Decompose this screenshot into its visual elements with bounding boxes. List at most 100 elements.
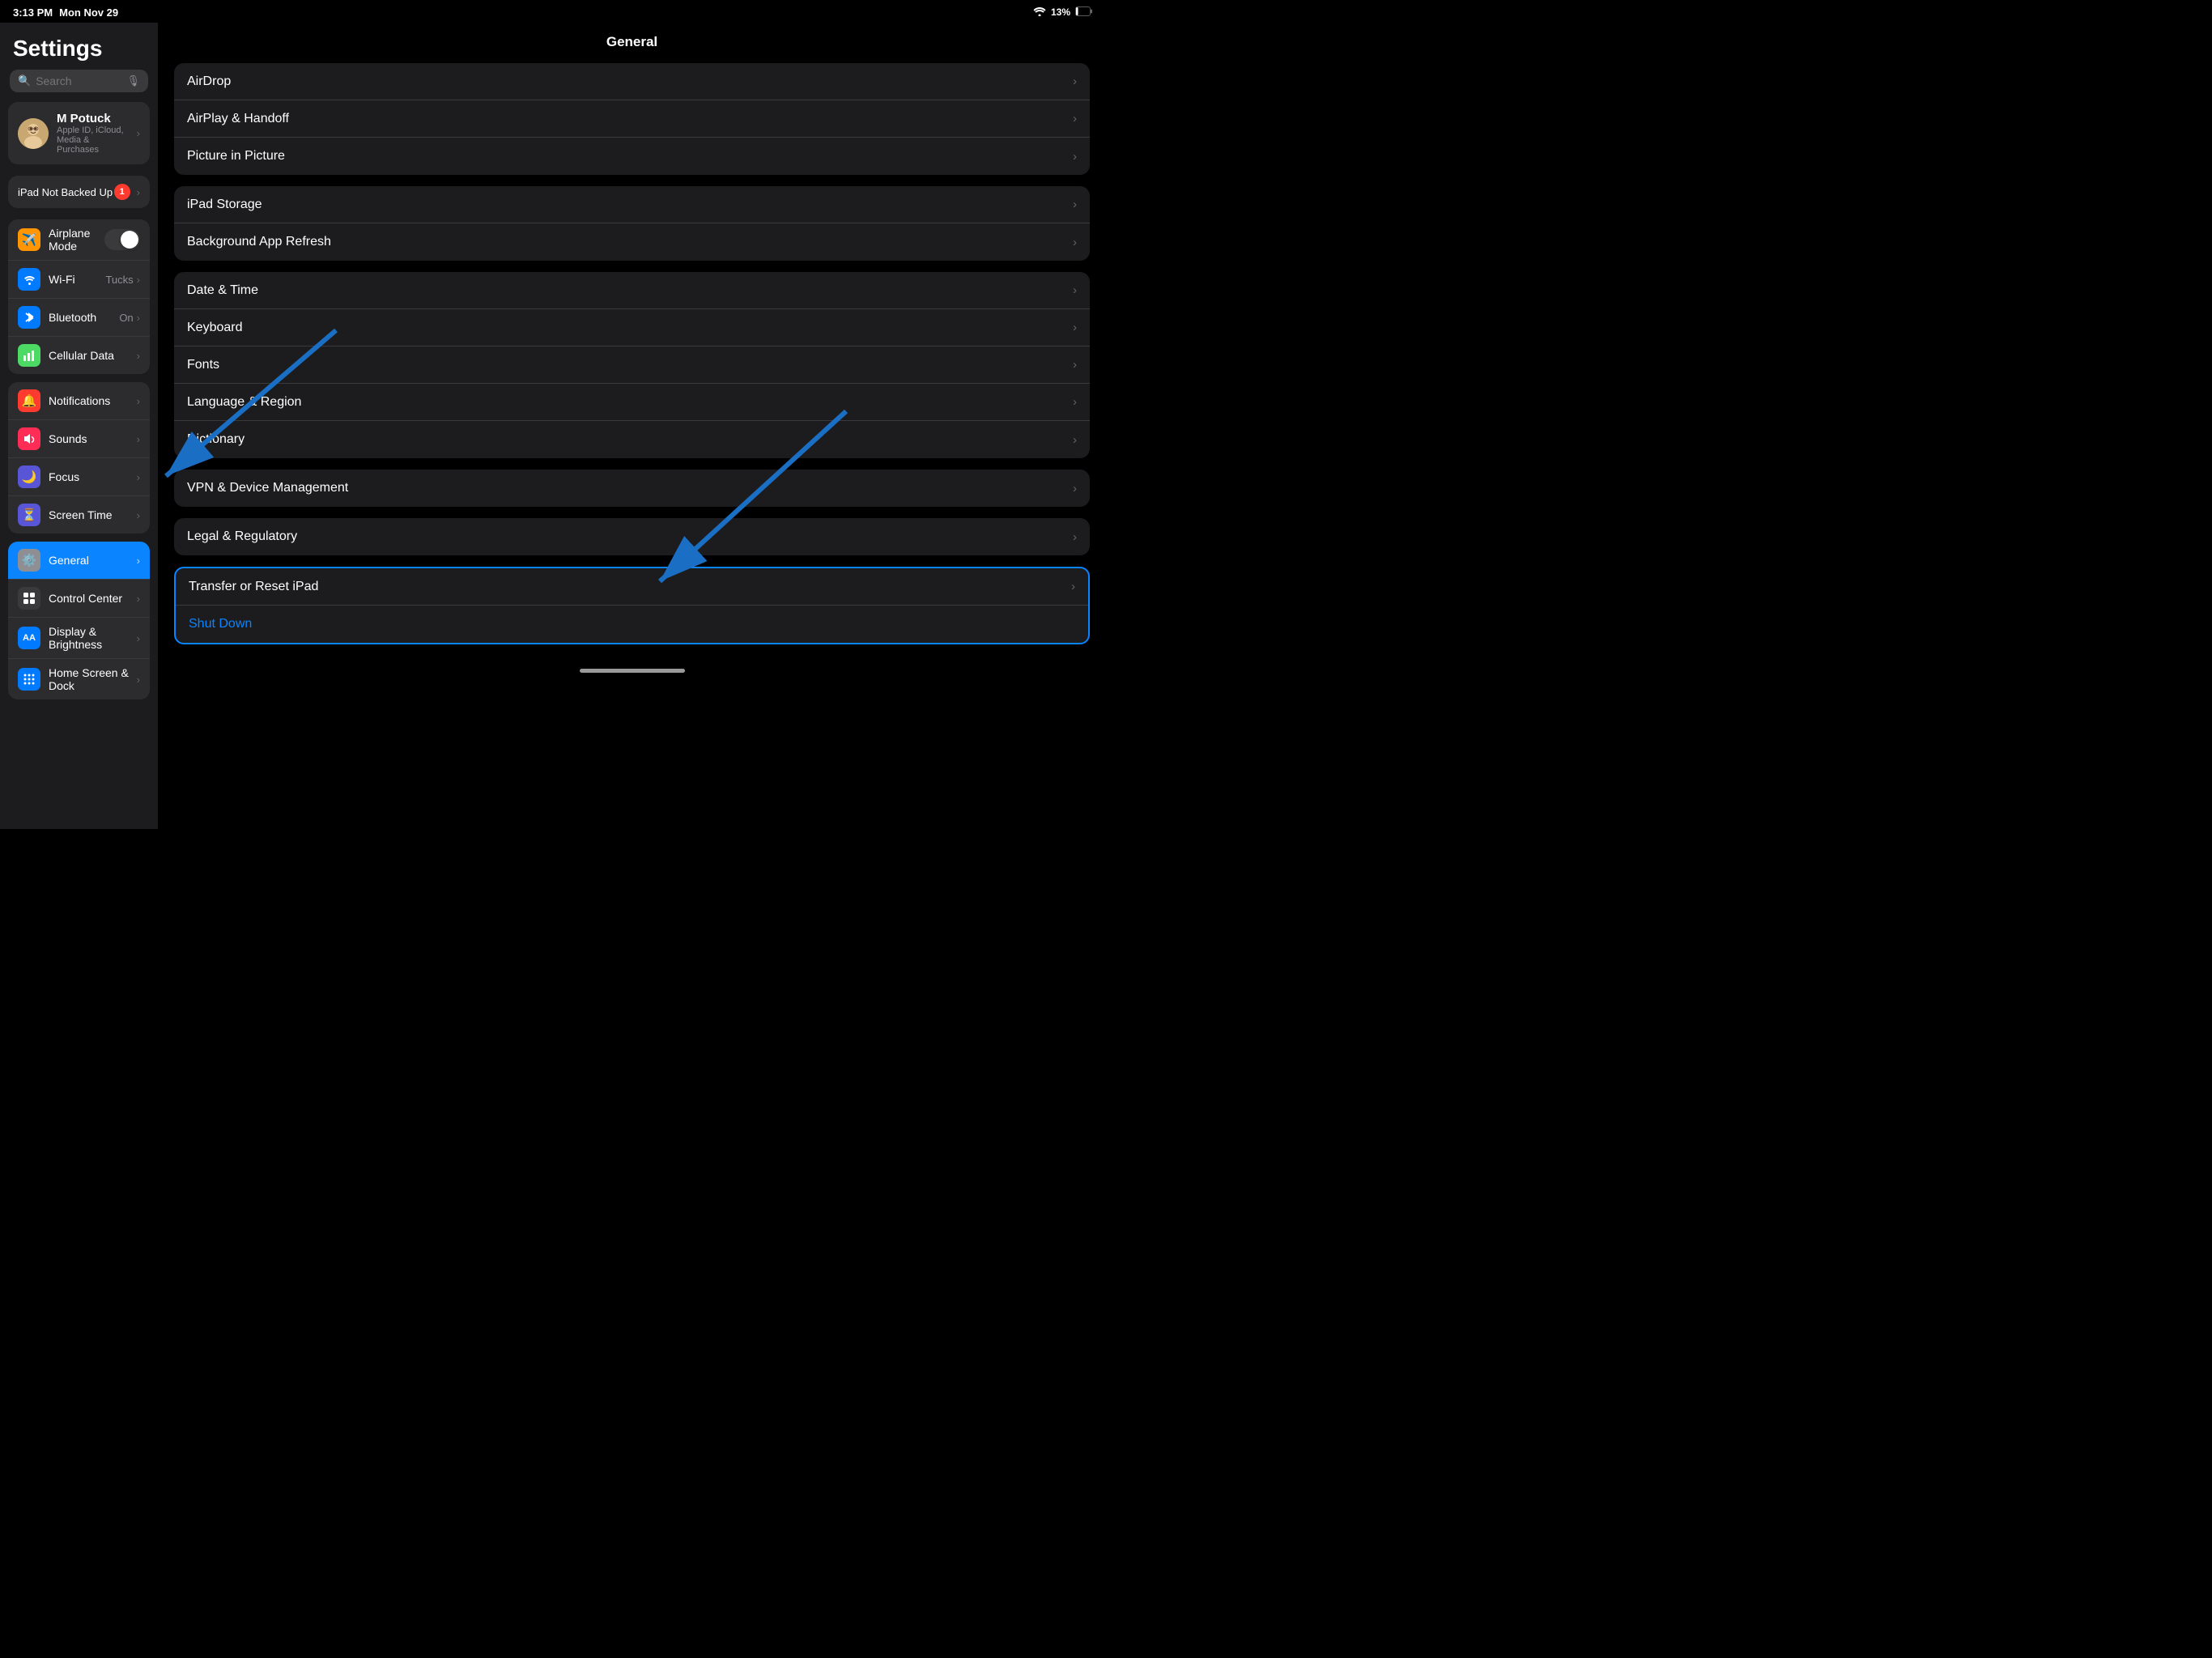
sounds-label: Sounds	[49, 432, 137, 445]
mic-icon: 🎙	[126, 74, 140, 87]
bluetooth-value: On	[119, 312, 133, 324]
content-item-bgrefresh[interactable]: Background App Refresh ›	[174, 223, 1090, 261]
user-chevron: ›	[137, 127, 140, 139]
date: Mon Nov 29	[59, 6, 118, 19]
sidebar: Settings 🔍 🎙	[0, 23, 158, 829]
search-bar[interactable]: 🔍 🎙	[10, 70, 148, 92]
sidebar-item-general[interactable]: ⚙️ General ›	[8, 542, 150, 580]
wifi-chevron: ›	[137, 274, 140, 286]
main-layout: Settings 🔍 🎙	[0, 23, 1106, 829]
fonts-label: Fonts	[187, 358, 219, 372]
battery-text: 13%	[1051, 6, 1070, 18]
content-item-airdrop[interactable]: AirDrop ›	[174, 63, 1090, 100]
sidebar-item-sounds[interactable]: Sounds ›	[8, 420, 150, 458]
content-area: General AirDrop › AirPlay & Handoff › Pi…	[158, 23, 1106, 692]
sidebar-item-screentime[interactable]: ⏳ Screen Time ›	[8, 496, 150, 534]
content-item-dictionary[interactable]: Dictionary ›	[174, 421, 1090, 458]
shutdown-label: Shut Down	[189, 617, 252, 631]
content-title: General	[174, 23, 1090, 63]
content-item-storage[interactable]: iPad Storage ›	[174, 186, 1090, 223]
content-item-keyboard[interactable]: Keyboard ›	[174, 309, 1090, 346]
content-item-shutdown[interactable]: Shut Down	[176, 606, 1088, 643]
bluetooth-label: Bluetooth	[49, 311, 119, 324]
notifications-label: Notifications	[49, 394, 137, 407]
airplane-toggle[interactable]	[104, 229, 140, 250]
cellular-icon	[18, 344, 40, 367]
status-right: 13%	[1033, 6, 1093, 19]
focus-chevron: ›	[137, 471, 140, 483]
network-group: ✈️ Airplane Mode Wi-Fi Tucks ›	[8, 219, 150, 374]
transfer-label: Transfer or Reset iPad	[189, 580, 318, 594]
notifications-group: 🔔 Notifications › Sounds › 🌙 Focus ›	[8, 382, 150, 534]
storage-chevron: ›	[1073, 198, 1077, 211]
search-input[interactable]	[36, 74, 121, 87]
bluetooth-icon	[18, 306, 40, 329]
content-item-vpn[interactable]: VPN & Device Management ›	[174, 470, 1090, 507]
homescreen-chevron: ›	[137, 674, 140, 686]
toggle-knob	[121, 231, 138, 249]
airplay-chevron: ›	[1073, 112, 1077, 125]
wifi-label: Wi-Fi	[49, 273, 105, 286]
pip-label: Picture in Picture	[187, 149, 285, 164]
sidebar-item-display[interactable]: AA Display & Brightness ›	[8, 618, 150, 659]
datetime-label: Date & Time	[187, 283, 258, 298]
backup-row[interactable]: iPad Not Backed Up 1 ›	[8, 176, 150, 208]
content-item-language[interactable]: Language & Region ›	[174, 384, 1090, 421]
wifi-value: Tucks	[105, 274, 133, 286]
content-group-1: AirDrop › AirPlay & Handoff › Picture in…	[174, 63, 1090, 175]
display-chevron: ›	[137, 632, 140, 644]
sidebar-item-controlcenter[interactable]: Control Center ›	[8, 580, 150, 618]
controlcenter-label: Control Center	[49, 592, 137, 605]
sidebar-title: Settings	[0, 23, 158, 70]
focus-label: Focus	[49, 470, 137, 483]
content-group-6: Transfer or Reset iPad › Shut Down	[174, 567, 1090, 644]
user-name: M Potuck	[57, 112, 129, 125]
fonts-chevron: ›	[1073, 358, 1077, 372]
sounds-icon	[18, 427, 40, 450]
content-item-fonts[interactable]: Fonts ›	[174, 346, 1090, 384]
backup-chevron: ›	[137, 186, 140, 198]
screentime-chevron: ›	[137, 509, 140, 521]
sounds-chevron: ›	[137, 433, 140, 445]
homescreen-icon	[18, 668, 40, 691]
sidebar-item-notifications[interactable]: 🔔 Notifications ›	[8, 382, 150, 420]
content-item-pip[interactable]: Picture in Picture ›	[174, 138, 1090, 175]
general-label: General	[49, 554, 137, 567]
sidebar-item-focus[interactable]: 🌙 Focus ›	[8, 458, 150, 496]
user-card[interactable]: M Potuck Apple ID, iCloud, Media & Purch…	[8, 102, 150, 164]
dictionary-label: Dictionary	[187, 432, 245, 447]
sidebar-item-homescreen[interactable]: Home Screen & Dock ›	[8, 659, 150, 699]
datetime-chevron: ›	[1073, 283, 1077, 297]
content-wrapper: General AirDrop › AirPlay & Handoff › Pi…	[158, 23, 1106, 829]
keyboard-chevron: ›	[1073, 321, 1077, 334]
language-label: Language & Region	[187, 395, 301, 410]
content-item-airplay[interactable]: AirPlay & Handoff ›	[174, 100, 1090, 138]
wifi-settings-icon	[18, 268, 40, 291]
general-group: ⚙️ General › Control Center ›	[8, 542, 150, 699]
bgrefresh-chevron: ›	[1073, 236, 1077, 249]
legal-label: Legal & Regulatory	[187, 529, 297, 544]
sidebar-item-cellular[interactable]: Cellular Data ›	[8, 337, 150, 374]
backup-label: iPad Not Backed Up	[18, 186, 113, 198]
backup-right: 1 ›	[114, 184, 140, 200]
scroll-indicator	[580, 669, 685, 673]
legal-chevron: ›	[1073, 530, 1077, 544]
status-left: 3:13 PM Mon Nov 29	[13, 6, 118, 19]
backup-badge: 1	[114, 184, 130, 200]
content-item-legal[interactable]: Legal & Regulatory ›	[174, 518, 1090, 555]
airplane-label: Airplane Mode	[49, 227, 104, 253]
sidebar-item-airplane[interactable]: ✈️ Airplane Mode	[8, 219, 150, 261]
sidebar-item-wifi[interactable]: Wi-Fi Tucks ›	[8, 261, 150, 299]
content-item-transfer[interactable]: Transfer or Reset iPad ›	[176, 568, 1088, 606]
pip-chevron: ›	[1073, 150, 1077, 164]
display-label: Display & Brightness	[49, 625, 137, 651]
focus-icon: 🌙	[18, 466, 40, 488]
controlcenter-chevron: ›	[137, 593, 140, 605]
transfer-chevron: ›	[1071, 580, 1075, 593]
status-bar: 3:13 PM Mon Nov 29 13%	[0, 0, 1106, 23]
content-item-datetime[interactable]: Date & Time ›	[174, 272, 1090, 309]
sidebar-item-bluetooth[interactable]: Bluetooth On ›	[8, 299, 150, 337]
airplay-label: AirPlay & Handoff	[187, 112, 289, 126]
screentime-icon: ⏳	[18, 504, 40, 526]
controlcenter-icon	[18, 587, 40, 610]
